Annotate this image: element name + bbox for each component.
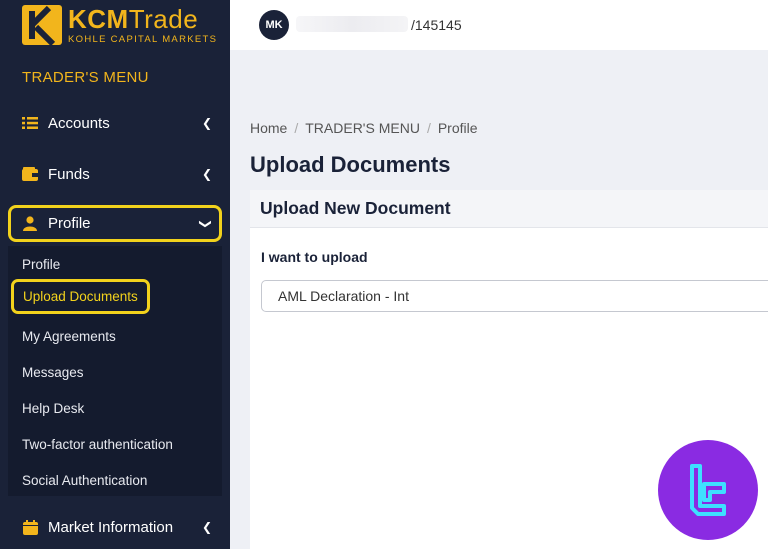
profile-submenu: Profile Upload Documents My Agreements M… <box>8 246 222 496</box>
breadcrumb-current: Profile <box>437 120 478 136</box>
selected-value: AML Declaration - Int <box>278 288 409 304</box>
chevron-left-icon: ❮ <box>201 167 212 181</box>
wallet-icon <box>22 166 38 182</box>
submenu-item-profile[interactable]: Profile <box>22 257 60 272</box>
chevron-down-icon: ❮ <box>196 218 211 229</box>
traders-menu-title: TRADER'S MENU <box>22 69 149 86</box>
account-id: /145145 <box>411 17 462 33</box>
sidebar-item-funds[interactable]: Funds ❮ <box>8 155 222 193</box>
submenu-item-my-agreements[interactable]: My Agreements <box>22 329 116 344</box>
upload-type-label: I want to upload <box>261 249 368 265</box>
logo-tagline: KOHLE CAPITAL MARKETS <box>68 33 218 45</box>
breadcrumb-section[interactable]: TRADER'S MENU <box>305 120 420 136</box>
breadcrumb: Home / TRADER'S MENU / Profile <box>250 120 478 136</box>
submenu-item-social-auth[interactable]: Social Authentication <box>22 473 147 488</box>
submenu-item-help-desk[interactable]: Help Desk <box>22 401 84 416</box>
logo-title: KCMTrade <box>68 3 199 34</box>
top-bar: MK /145145 <box>230 0 768 50</box>
redacted-account-name <box>296 16 408 32</box>
chevron-left-icon: ❮ <box>201 520 212 534</box>
sidebar-item-market-information[interactable]: Market Information ❮ <box>8 508 222 546</box>
sidebar-item-label: Market Information <box>48 518 174 536</box>
submenu-item-upload-documents[interactable]: Upload Documents <box>11 279 150 314</box>
submenu-item-two-factor[interactable]: Two-factor authentication <box>22 437 173 452</box>
sidebar-item-accounts[interactable]: Accounts ❮ <box>8 104 222 142</box>
user-icon <box>22 216 38 232</box>
avatar[interactable]: MK <box>259 10 289 40</box>
document-type-select[interactable]: AML Declaration - Int <box>261 280 768 312</box>
sidebar-item-profile[interactable]: Profile ❮ <box>8 205 222 242</box>
sidebar-item-label: Funds <box>48 165 90 183</box>
list-icon <box>22 115 38 131</box>
page-title: Upload Documents <box>250 152 451 177</box>
calendar-icon <box>22 519 38 535</box>
sidebar: KCMTrade KOHLE CAPITAL MARKETS TRADER'S … <box>0 0 230 549</box>
chevron-left-icon: ❮ <box>201 116 212 130</box>
kcm-logo-icon <box>22 5 62 45</box>
sidebar-item-label: Profile <box>48 215 91 232</box>
kcm-trade-logo[interactable]: KCMTrade KOHLE CAPITAL MARKETS <box>22 5 217 45</box>
submenu-item-messages[interactable]: Messages <box>22 365 84 380</box>
card-header: Upload New Document <box>250 190 768 228</box>
sidebar-item-label: Accounts <box>48 114 110 132</box>
breadcrumb-home[interactable]: Home <box>250 120 287 136</box>
watermark-logo-icon <box>658 440 758 540</box>
